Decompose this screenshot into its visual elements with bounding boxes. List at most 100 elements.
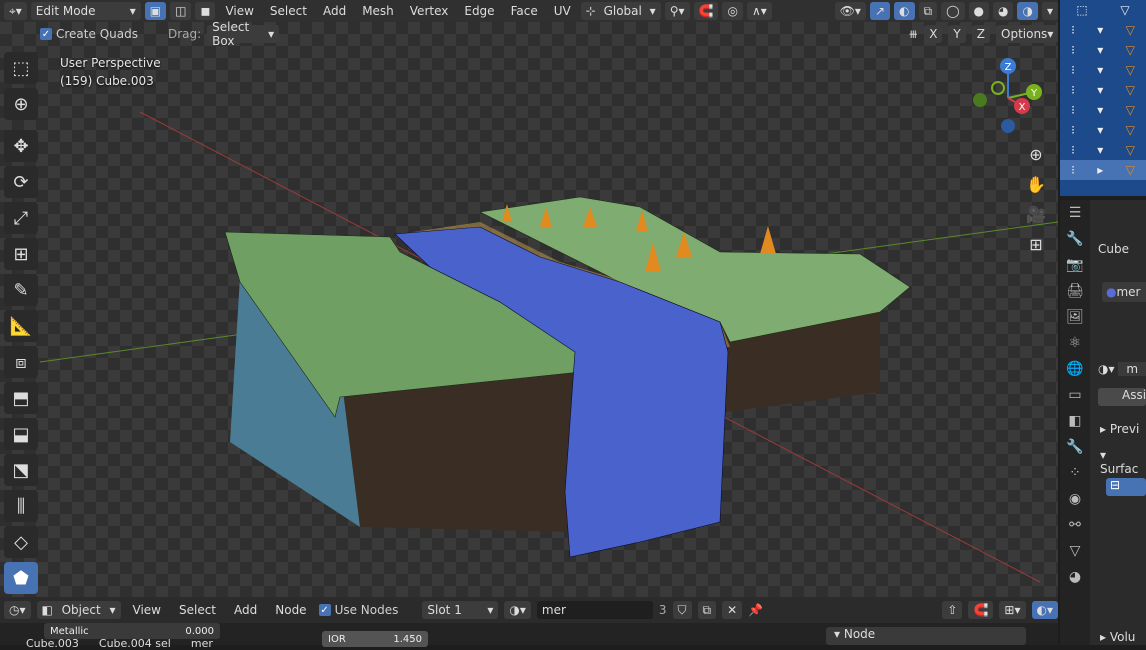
- node-menu-node[interactable]: Node: [269, 603, 312, 617]
- menu-edge[interactable]: Edge: [458, 4, 500, 18]
- node-panel-header[interactable]: ▾ Node: [826, 627, 1026, 645]
- viewport-3d[interactable]: [0, 22, 1058, 597]
- outliner-row[interactable]: ⁝ ▾ ▽: [1060, 20, 1146, 40]
- surface-shader-button[interactable]: ⊟: [1106, 478, 1146, 496]
- mirror-y-button[interactable]: Y: [948, 25, 966, 43]
- preview-panel-header[interactable]: ▸ Previ: [1100, 422, 1139, 436]
- scene-icon[interactable]: ⚛: [1060, 330, 1090, 356]
- material-name-field[interactable]: mer: [536, 601, 653, 619]
- outliner-row[interactable]: ⁝ ▾ ▽: [1060, 80, 1146, 100]
- collection-icon[interactable]: ▭: [1060, 382, 1090, 408]
- snap-icon[interactable]: 🧲: [693, 2, 719, 20]
- snap-mode-icon[interactable]: ⊞▾: [999, 601, 1026, 619]
- material-selector[interactable]: ◑▾ m: [1098, 362, 1146, 376]
- pan-hand-icon[interactable]: ✋: [1024, 170, 1048, 200]
- knife-icon[interactable]: ◇: [4, 526, 38, 558]
- unlink-icon[interactable]: ✕: [722, 601, 743, 619]
- outliner-row[interactable]: ⁝ ▾ ▽: [1060, 100, 1146, 120]
- move-icon[interactable]: ✥: [4, 130, 38, 162]
- zoom-icon[interactable]: ⊕: [1024, 140, 1048, 170]
- outliner-row[interactable]: ⁝ ▾ ▽: [1060, 60, 1146, 80]
- assign-button[interactable]: Assi: [1098, 388, 1146, 406]
- extrude-icon[interactable]: ⬒: [4, 382, 38, 414]
- options-dropdown[interactable]: Options ▾: [996, 25, 1058, 43]
- output-icon[interactable]: 🖨: [1060, 278, 1090, 304]
- rotate-icon[interactable]: ⟳: [4, 166, 38, 198]
- drag-dropdown[interactable]: Select Box ▾: [207, 20, 280, 48]
- menu-view[interactable]: View: [219, 4, 259, 18]
- world-icon[interactable]: 🌐: [1060, 356, 1090, 382]
- editor-type-icon[interactable]: ☰: [1060, 200, 1090, 226]
- vertex-select-button[interactable]: ▣: [144, 2, 167, 20]
- mirror-z-button[interactable]: Z: [971, 25, 990, 43]
- particles-icon[interactable]: ⁘: [1060, 460, 1090, 486]
- measure-icon[interactable]: 📐: [4, 310, 38, 342]
- xray-icon[interactable]: ⧉: [918, 2, 938, 20]
- camera-icon[interactable]: 🎥: [1024, 200, 1048, 230]
- render-icon[interactable]: 📷: [1060, 252, 1090, 278]
- outliner-row[interactable]: ⬚ ▽: [1060, 0, 1146, 20]
- cursor-icon[interactable]: ⊕: [4, 88, 38, 120]
- editor-type-button[interactable]: ◷▾: [4, 601, 31, 619]
- edge-select-button[interactable]: ◫: [170, 2, 192, 20]
- editor-type-button[interactable]: ⌖▾: [4, 2, 27, 20]
- surface-panel-header[interactable]: ▾ Surfac: [1100, 448, 1146, 476]
- shading-options-icon[interactable]: ▾: [1041, 2, 1058, 20]
- bevel-icon[interactable]: ⬔: [4, 454, 38, 486]
- wireframe-shading-icon[interactable]: ◯: [941, 2, 965, 20]
- node-menu-select[interactable]: Select: [173, 603, 222, 617]
- falloff-icon[interactable]: ∧▾: [746, 2, 772, 20]
- material-icon[interactable]: ◕: [1060, 564, 1090, 590]
- inset-icon[interactable]: ⬓: [4, 418, 38, 450]
- constraints-icon[interactable]: ⚯: [1060, 512, 1090, 538]
- shader-type-dropdown[interactable]: ◧ Object ▾: [36, 601, 121, 619]
- slot-dropdown[interactable]: Slot 1 ▾: [422, 601, 499, 619]
- outliner-row[interactable]: ⁝ ▾ ▽: [1060, 40, 1146, 60]
- view-layer-icon[interactable]: 🖼: [1060, 304, 1090, 330]
- physics-icon[interactable]: ◉: [1060, 486, 1090, 512]
- solid-shading-icon[interactable]: ●: [968, 2, 989, 20]
- menu-add[interactable]: Add: [317, 4, 352, 18]
- fake-user-icon[interactable]: ⛉: [672, 601, 692, 619]
- object-icon[interactable]: ◧: [1060, 408, 1090, 434]
- snap-icon[interactable]: 🧲: [968, 601, 994, 619]
- node-editor-canvas[interactable]: Metallic 0.000 IOR 1.450 Cube.003 Cube.0…: [0, 623, 1058, 650]
- outliner-row[interactable]: ⁝ ▾ ▽: [1060, 140, 1146, 160]
- pivot-icon[interactable]: ⚲▾: [664, 2, 690, 20]
- scale-icon[interactable]: ⤢: [4, 202, 38, 234]
- data-icon[interactable]: ▽: [1060, 538, 1090, 564]
- select-box-icon[interactable]: ⬚: [4, 52, 38, 84]
- mirror-x-button[interactable]: X: [924, 25, 943, 43]
- modifier-icon[interactable]: 🔧: [1060, 434, 1090, 460]
- material-browse-icon[interactable]: ◑▾: [504, 601, 531, 619]
- menu-mesh[interactable]: Mesh: [356, 4, 400, 18]
- face-select-button[interactable]: ◼: [195, 2, 216, 20]
- add-cube-icon[interactable]: ⧈: [4, 346, 38, 378]
- menu-select[interactable]: Select: [264, 4, 313, 18]
- mode-dropdown[interactable]: Edit Mode ▾: [30, 2, 141, 20]
- use-nodes-toggle[interactable]: ✓ Use Nodes: [318, 603, 398, 617]
- poly-build-icon[interactable]: ⬟: [4, 562, 38, 594]
- navigation-gizmo[interactable]: Z Y X: [968, 54, 1048, 138]
- node-menu-view[interactable]: View: [127, 603, 167, 617]
- menu-face[interactable]: Face: [505, 4, 544, 18]
- tool-icon[interactable]: 🔧: [1060, 226, 1090, 252]
- node-menu-add[interactable]: Add: [228, 603, 263, 617]
- volume-panel-header[interactable]: ▸ Volu: [1100, 630, 1135, 644]
- material-slot-list[interactable]: ● mer: [1102, 282, 1146, 302]
- create-quads-toggle[interactable]: ✓ Create Quads: [40, 27, 138, 41]
- duplicate-icon[interactable]: ⧉: [697, 601, 717, 619]
- material-shading-icon[interactable]: ◕: [993, 2, 1014, 20]
- outliner-row[interactable]: ⁝ ▾ ▽: [1060, 120, 1146, 140]
- menu-uv[interactable]: UV: [548, 4, 577, 18]
- rendered-shading-icon[interactable]: ◑: [1017, 2, 1038, 20]
- transform-icon[interactable]: ⊞: [4, 238, 38, 270]
- visibility-icon[interactable]: 👁▾: [834, 2, 866, 20]
- overlay-toggle-icon[interactable]: ◐: [894, 2, 915, 20]
- overlay-toggle-icon[interactable]: ◐▾: [1031, 601, 1058, 619]
- loop-cut-icon[interactable]: ⫼: [4, 490, 38, 522]
- gizmo-toggle-icon[interactable]: ↗: [869, 2, 891, 20]
- orientation-dropdown[interactable]: ⊹ Global ▾: [580, 2, 661, 20]
- parent-node-icon[interactable]: ⇧: [942, 601, 963, 619]
- grid-icon[interactable]: ⊞: [1024, 230, 1048, 260]
